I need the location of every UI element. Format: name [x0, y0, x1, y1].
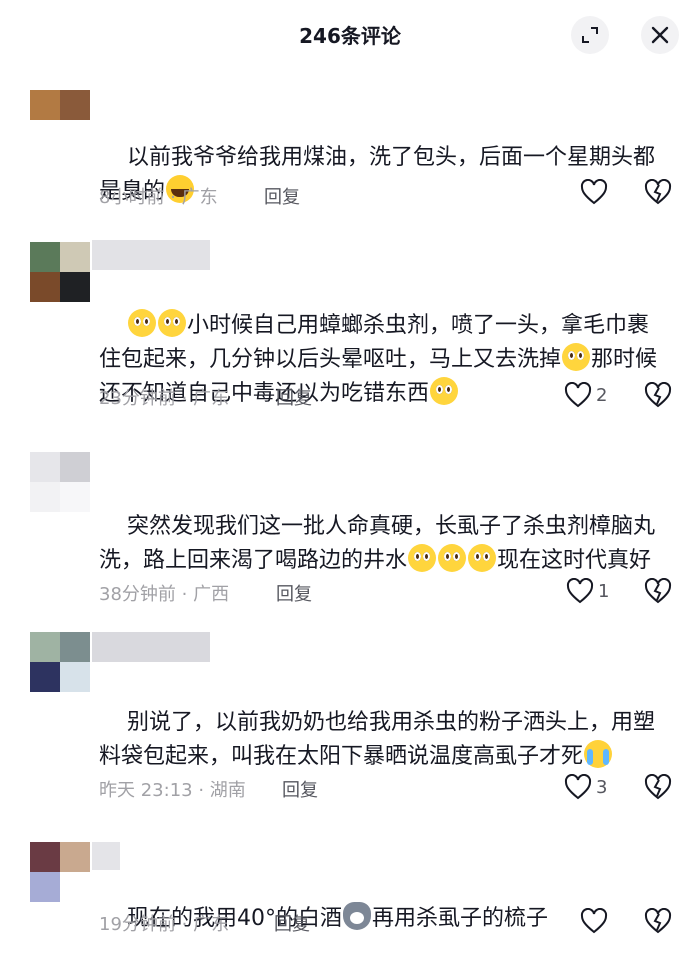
- comment-time-location: 19分钟前 · 广东: [99, 914, 230, 935]
- comment-time-location: 38分钟前 · 广西: [99, 584, 230, 605]
- like-button[interactable]: 2: [564, 382, 607, 408]
- dislike-button[interactable]: [644, 577, 672, 608]
- broken-heart-icon: [644, 577, 672, 604]
- comment-time-location: 8小时前 · 广东: [99, 187, 218, 208]
- broken-heart-icon: [644, 178, 672, 205]
- heart-icon: [564, 774, 592, 800]
- avatar[interactable]: [30, 632, 90, 692]
- heart-icon: [564, 382, 592, 408]
- heart-icon: [580, 179, 608, 205]
- username-blurred: [92, 240, 210, 270]
- broken-heart-icon: [644, 773, 672, 800]
- dislike-button[interactable]: [644, 773, 672, 804]
- pleading-face-emoji-icon: [562, 343, 591, 371]
- broken-heart-icon: [644, 907, 672, 934]
- pleading-face-emoji-icon: [468, 544, 497, 572]
- like-button[interactable]: 1: [566, 578, 609, 604]
- comment-text: 以前我爷爷给我用煤油，洗了包头，后面一个星期头都是臭的: [99, 145, 655, 204]
- reply-button[interactable]: 回复: [264, 183, 300, 209]
- avatar[interactable]: [30, 90, 90, 150]
- username-blurred: [92, 632, 210, 662]
- avatar[interactable]: [30, 842, 90, 902]
- avatar[interactable]: [30, 452, 90, 512]
- dislike-button[interactable]: [644, 907, 672, 938]
- pleading-face-emoji-icon: [408, 544, 437, 572]
- comment-time-location: 23分钟前 · 广东: [99, 388, 230, 409]
- close-button[interactable]: [641, 16, 679, 54]
- reply-button[interactable]: 回复: [276, 580, 312, 606]
- heart-icon: [580, 908, 608, 934]
- like-count: 1: [598, 580, 610, 602]
- like-button[interactable]: [580, 179, 608, 205]
- crying-face-emoji-icon: [584, 740, 613, 768]
- cat-face-emoji-icon: [342, 902, 371, 930]
- comment-time-location: 昨天 23:13 · 湖南: [99, 780, 246, 801]
- heart-icon: [566, 578, 594, 604]
- comment-text: 小时候自己用蟑螂杀虫剂，喷了一头，拿毛巾裹住包起来，几分钟以后头晕呕吐，马上又去…: [99, 275, 664, 445]
- comments-header: 246条评论: [0, 0, 700, 70]
- username-blurred: [92, 842, 120, 870]
- reply-button[interactable]: 回复: [282, 776, 318, 802]
- dislike-button[interactable]: [644, 381, 672, 412]
- avatar[interactable]: [30, 242, 90, 302]
- like-count: 2: [596, 384, 608, 406]
- dislike-button[interactable]: [644, 178, 672, 209]
- like-count: 3: [596, 776, 608, 798]
- pleading-face-emoji-icon: [438, 544, 467, 572]
- like-button[interactable]: [580, 908, 608, 934]
- pleading-face-emoji-icon: [430, 377, 459, 405]
- reply-button[interactable]: 回复: [276, 384, 312, 410]
- expand-button[interactable]: [571, 16, 609, 54]
- reply-button[interactable]: 回复: [274, 910, 310, 936]
- pleading-face-emoji-icon: [157, 309, 186, 337]
- broken-heart-icon: [644, 381, 672, 408]
- pleading-face-emoji-icon: [127, 309, 156, 337]
- expand-icon: [582, 27, 598, 43]
- close-icon: [651, 26, 669, 44]
- like-button[interactable]: 3: [564, 774, 607, 800]
